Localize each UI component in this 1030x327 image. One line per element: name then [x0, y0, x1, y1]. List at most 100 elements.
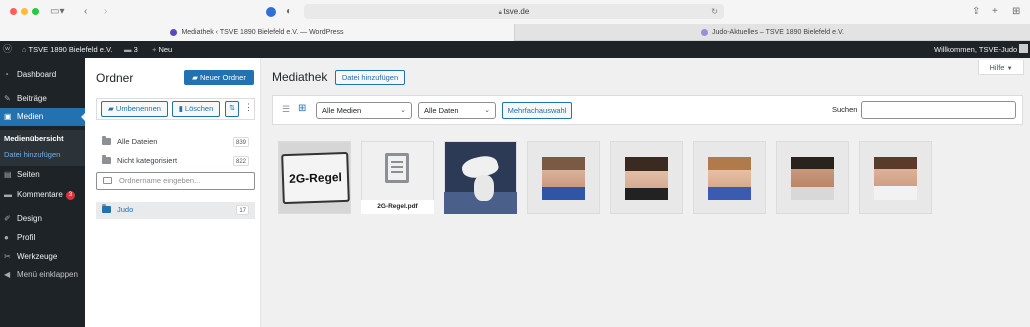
url-text: tsve.de	[503, 7, 530, 16]
browser-tabs: Mediathek ‹ TSVE 1890 Bielefeld e.V. — W…	[0, 24, 1030, 41]
list-view-icon[interactable]: ☰	[282, 104, 290, 115]
date-select[interactable]: Alle Daten ⌄	[418, 102, 496, 119]
folder-uncategorized[interactable]: Nicht kategorisiert 822	[96, 153, 255, 169]
wordpress-favicon-icon	[170, 28, 178, 36]
tab-overview-icon[interactable]: ⊞	[1012, 6, 1020, 18]
menu-item-profil[interactable]: ● Profil	[0, 229, 85, 247]
grid-view-icon[interactable]: ⊞	[298, 103, 306, 114]
comment-icon: ▬	[124, 45, 134, 54]
media-type-select[interactable]: Alle Medien ⌄	[316, 102, 412, 119]
count-badge: 17	[236, 205, 249, 215]
minimize-window-button[interactable]	[21, 8, 28, 15]
chevron-down-icon: ⌄	[484, 107, 490, 114]
rename-button[interactable]: ▰ Umbenennen	[101, 101, 168, 117]
privacy-shield-icon[interactable]: ◐	[286, 6, 292, 18]
search-input[interactable]	[861, 101, 1016, 119]
folder-edit-icon: ▰	[108, 104, 116, 113]
media-submenu: Medienübersicht Datei hinzufügen	[0, 130, 85, 166]
password-manager-icon[interactable]	[266, 7, 276, 17]
sort-icon: ⇅	[229, 105, 235, 112]
tab-judo-aktuelles[interactable]: Judo-Aktuelles – TSVE 1890 Bielefeld e.V…	[514, 24, 1030, 41]
menu-item-seiten[interactable]: ▤ Seiten	[0, 166, 85, 184]
page-title: Mediathek	[272, 70, 328, 84]
folder-plus-icon: ▰	[192, 73, 200, 82]
menu-item-design[interactable]: ✐ Design	[0, 210, 85, 228]
chevron-down-icon: ⌄	[400, 107, 406, 114]
count-badge: 839	[232, 137, 249, 147]
tab-label: Mediathek ‹ TSVE 1890 Bielefeld e.V. — W…	[181, 29, 344, 36]
filter-bar: ☰ ⊞ Alle Medien ⌄ Alle Daten ⌄ Mehrfachaus…	[272, 95, 1023, 125]
media-item-portrait-1[interactable]	[527, 141, 600, 214]
folder-name-input[interactable]: Ordnername eingeben...	[96, 172, 255, 190]
wordpress-logo-icon[interactable]: ⓦ	[3, 41, 12, 58]
filename-label: 2G-Regel.pdf	[361, 200, 434, 214]
media-item-judo-action-photo[interactable]	[444, 141, 517, 214]
menu-item-collapse[interactable]: ◀ Menü einklappen	[0, 266, 85, 284]
folder-panel: Ordner ▰ Neuer Ordner ▰ Umbenennen ▮ Lös…	[85, 58, 261, 327]
brush-icon: ✐	[4, 214, 11, 223]
dashboard-icon: ◔	[4, 70, 9, 79]
menu-item-medien[interactable]: ▣ Medien	[0, 108, 85, 126]
close-window-button[interactable]	[10, 8, 17, 15]
add-file-button[interactable]: Datei hinzufügen	[335, 70, 405, 85]
comments-link[interactable]: ▬ 3	[124, 41, 138, 58]
media-item-portrait-2[interactable]	[610, 141, 683, 214]
account-link[interactable]: Willkommen, TSVE-Judo	[934, 41, 1029, 58]
folder-toolbar: ▰ Umbenennen ▮ Löschen ⇅ ⋮	[96, 98, 255, 120]
site-favicon-icon	[701, 28, 709, 36]
media-item-portrait-5[interactable]	[859, 141, 932, 214]
help-tab[interactable]: Hilfe ▼	[978, 60, 1024, 75]
site-name-link[interactable]: ⌂ TSVE 1890 Bielefeld e.V.	[22, 41, 112, 58]
address-bar[interactable]: 🔒︎ tsve.de ↻	[304, 4, 724, 19]
media-icon: ▣	[4, 112, 12, 121]
tab-label: Judo-Aktuelles – TSVE 1890 Bielefeld e.V…	[712, 29, 844, 36]
share-icon[interactable]: ⇪	[972, 6, 980, 18]
search-label: Suchen	[832, 105, 858, 114]
comments-badge: 3	[65, 191, 76, 200]
folder-judo[interactable]: Judo 17	[96, 202, 255, 219]
folder-icon	[102, 136, 111, 145]
portrait-image	[708, 157, 751, 200]
back-icon[interactable]: ‹	[84, 6, 87, 18]
user-icon: ●	[4, 233, 9, 242]
delete-button[interactable]: ▮ Löschen	[172, 101, 220, 117]
sign-image: 2G-Regel	[281, 151, 350, 205]
media-library: Mediathek Datei hinzufügen Hilfe ▼ ☰ ⊞ A…	[261, 58, 1030, 327]
submenu-datei-hinzufuegen[interactable]: Datei hinzufügen	[4, 150, 60, 159]
zoom-window-button[interactable]	[32, 8, 39, 15]
menu-item-werkzeuge[interactable]: ✂ Werkzeuge	[0, 248, 85, 266]
folder-all-files[interactable]: Alle Dateien 839	[96, 134, 255, 150]
caret-down-icon: ▼	[1006, 66, 1013, 72]
menu-item-dashboard[interactable]: ◔ Dashboard	[0, 66, 85, 84]
pin-icon: ✎	[4, 94, 11, 103]
portrait-image	[542, 157, 585, 200]
reload-icon[interactable]: ↻	[711, 4, 718, 19]
bulk-select-button[interactable]: Mehrfachauswahl	[502, 102, 572, 119]
tab-mediathek[interactable]: Mediathek ‹ TSVE 1890 Bielefeld e.V. — W…	[0, 24, 514, 41]
forward-icon[interactable]: ›	[104, 6, 107, 18]
page-icon: ▤	[4, 170, 12, 179]
menu-item-kommentare[interactable]: ▬ Kommentare 3	[0, 186, 85, 204]
submenu-medienuebersicht[interactable]: Medienübersicht	[4, 134, 64, 143]
admin-menu: ◔ Dashboard ✎ Beiträge ▣ Medien Medienübers…	[0, 58, 85, 327]
media-item-portrait-3[interactable]	[693, 141, 766, 214]
media-item-portrait-4[interactable]	[776, 141, 849, 214]
comment-icon: ▬	[4, 190, 12, 199]
sidebar-toggle-icon[interactable]: ▭▾	[50, 6, 64, 18]
media-item-sign-photo[interactable]: 2G-Regel	[278, 141, 351, 214]
browser-toolbar: ▭▾ ‹ › ◐ 🔒︎ tsve.de ↻ ⇪ + ⊞	[0, 0, 1030, 24]
menu-item-beitraege[interactable]: ✎ Beiträge	[0, 90, 85, 108]
count-badge: 822	[232, 156, 249, 166]
new-content-link[interactable]: + Neu	[152, 41, 172, 58]
sort-button[interactable]: ⇅	[225, 101, 239, 117]
portrait-image	[791, 157, 834, 200]
new-tab-icon[interactable]: +	[992, 6, 998, 18]
media-item-pdf[interactable]: 2G-Regel.pdf	[361, 141, 434, 214]
folder-outline-icon	[103, 177, 112, 184]
folder-icon	[102, 204, 111, 213]
document-icon	[385, 153, 409, 183]
more-options-icon[interactable]: ⋮	[244, 102, 253, 113]
portrait-image	[874, 157, 917, 200]
wrench-icon: ✂	[4, 252, 11, 261]
new-folder-button[interactable]: ▰ Neuer Ordner	[184, 70, 254, 85]
